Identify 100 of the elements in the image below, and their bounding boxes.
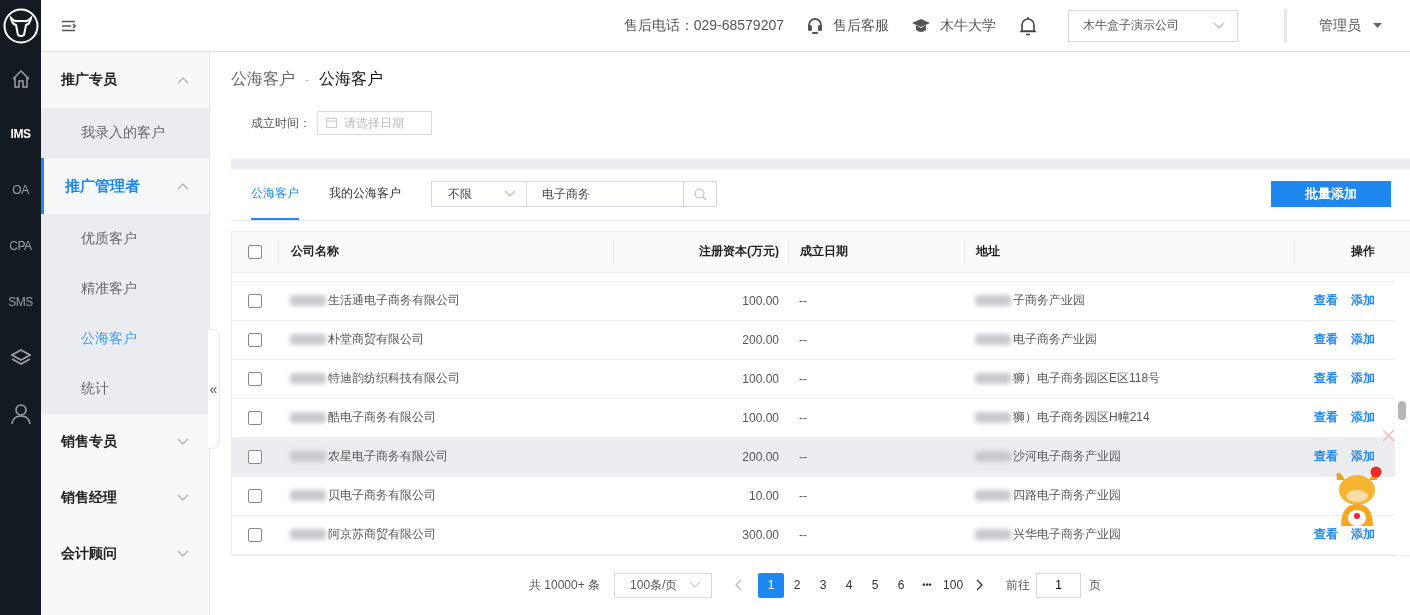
table-cell: 朴堂商贸有限公司 bbox=[328, 331, 424, 349]
checkbox[interactable] bbox=[248, 293, 262, 308]
goto-suffix: 页 bbox=[1089, 576, 1102, 594]
sidebar-group[interactable]: 销售专员 bbox=[41, 414, 209, 470]
user-icon[interactable] bbox=[10, 403, 31, 425]
table-cell: 100.00 bbox=[742, 293, 779, 308]
bell-icon[interactable] bbox=[1018, 14, 1038, 37]
table-cell: -- bbox=[799, 332, 807, 347]
sidebar-group[interactable]: 销售经理 bbox=[41, 470, 209, 526]
chevron-up-icon bbox=[177, 182, 189, 190]
page-size-select[interactable]: 100条/页 bbox=[614, 572, 713, 598]
company-select[interactable]: 木牛盒子演示公司 bbox=[1068, 9, 1238, 42]
table-cell: 200.00 bbox=[742, 332, 779, 347]
blur-mask bbox=[290, 373, 326, 385]
breadcrumb-separator: - bbox=[305, 72, 310, 88]
batch-add-button[interactable]: 批量添加 bbox=[1271, 181, 1391, 208]
chevron-up-icon bbox=[177, 76, 189, 84]
collapse-button[interactable]: « bbox=[208, 329, 220, 449]
tab[interactable]: 我的公海客户 bbox=[329, 168, 401, 220]
table-cell: 贝电子商务有限公司 bbox=[328, 487, 436, 505]
page-button[interactable]: 2 bbox=[784, 572, 811, 598]
rail-item[interactable]: SMS bbox=[8, 295, 33, 309]
table-row[interactable]: 特迪韵纺织科技有限公司 100.00 -- 狮）电子商务园区E区118号 查看 添加 bbox=[232, 359, 1395, 399]
checkbox[interactable] bbox=[248, 410, 262, 425]
table-cell: 100.00 bbox=[742, 371, 779, 386]
page-button[interactable]: 6 bbox=[888, 572, 915, 598]
table-cell: 四路电子商务产业园 bbox=[1013, 487, 1121, 505]
table-cell: 子商务产业园 bbox=[1013, 292, 1085, 310]
table-cell: 200.00 bbox=[742, 449, 779, 464]
action-link[interactable]: 添加 bbox=[1351, 370, 1375, 388]
next-page-icon[interactable] bbox=[976, 579, 985, 592]
goto-page-field[interactable]: 1 bbox=[1036, 572, 1082, 598]
sidebar-group[interactable]: 会计顾问 bbox=[41, 526, 209, 582]
blur-mask bbox=[975, 334, 1011, 346]
sidebar-item[interactable]: 精准客户 bbox=[41, 264, 209, 314]
page-button[interactable]: 5 bbox=[862, 572, 889, 598]
action-link[interactable]: 查看 bbox=[1314, 409, 1338, 427]
type-select[interactable]: 不限 bbox=[431, 181, 527, 208]
blur-mask bbox=[290, 490, 326, 502]
blur-mask bbox=[975, 529, 1011, 541]
service-link[interactable]: 售后客服 bbox=[833, 16, 889, 35]
total-count: 共 10000+ 条 bbox=[529, 576, 601, 594]
table-row[interactable]: 朴堂商贸有限公司 200.00 -- 电子商务产业园 查看 添加 bbox=[232, 320, 1395, 360]
table-cell: -- bbox=[799, 410, 807, 425]
university-link[interactable]: 木牛大学 bbox=[940, 16, 996, 35]
table-row[interactable]: 农星电子商务有限公司 200.00 -- 沙河电子商务产业园 查看 添加 bbox=[232, 437, 1395, 477]
action-link[interactable]: 查看 bbox=[1314, 370, 1338, 388]
rail-item[interactable]: IMS bbox=[10, 127, 31, 141]
column-header: 操作 bbox=[1294, 239, 1395, 264]
action-link[interactable]: 添加 bbox=[1351, 409, 1375, 427]
rail-item[interactable]: CPA bbox=[9, 239, 32, 253]
table-cell: 300.00 bbox=[742, 527, 779, 542]
layers-icon[interactable] bbox=[10, 349, 31, 367]
menu-icon[interactable] bbox=[62, 19, 76, 32]
blur-mask bbox=[975, 451, 1011, 463]
action-link[interactable]: 查看 bbox=[1314, 526, 1338, 544]
action-link[interactable]: 添加 bbox=[1351, 526, 1375, 544]
action-link[interactable]: 查看 bbox=[1314, 331, 1338, 349]
blur-mask bbox=[975, 295, 1011, 307]
action-link[interactable]: 添加 bbox=[1351, 331, 1375, 349]
chevron-down-icon bbox=[689, 581, 702, 590]
scrollbar-thumb[interactable] bbox=[1398, 400, 1406, 420]
action-link[interactable]: 添加 bbox=[1351, 292, 1375, 310]
sidebar-item[interactable]: 统计 bbox=[41, 364, 209, 414]
tab[interactable]: 公海客户 bbox=[251, 168, 299, 220]
table-row[interactable]: 生活通电子商务有限公司 100.00 -- 子商务产业园 查看 添加 bbox=[232, 281, 1395, 321]
chevron-down-icon bbox=[177, 438, 189, 446]
search-field[interactable]: 电子商务 bbox=[527, 181, 683, 208]
checkbox[interactable] bbox=[248, 527, 262, 542]
action-link[interactable]: 查看 bbox=[1314, 292, 1338, 310]
blur-mask bbox=[290, 412, 326, 424]
checkbox[interactable] bbox=[248, 488, 262, 503]
table-cell: 农星电子商务有限公司 bbox=[328, 448, 448, 466]
checkbox[interactable] bbox=[248, 371, 262, 386]
date-field[interactable]: 请选择日期 bbox=[317, 111, 432, 136]
page-button[interactable]: 3 bbox=[810, 572, 837, 598]
blur-mask bbox=[290, 451, 326, 463]
page-button[interactable]: 1 bbox=[758, 572, 785, 598]
rail-item[interactable]: OA bbox=[12, 183, 29, 197]
more-pages-button[interactable]: ••• bbox=[914, 572, 941, 598]
breadcrumb-item[interactable]: 公海客户 bbox=[231, 69, 295, 91]
checkbox[interactable] bbox=[248, 449, 262, 464]
column-header: 成立日期 bbox=[788, 239, 964, 264]
page-button[interactable]: 100 bbox=[940, 572, 967, 598]
breadcrumb-current: 公海客户 bbox=[319, 69, 384, 90]
page-button[interactable]: 4 bbox=[836, 572, 863, 598]
checkbox[interactable] bbox=[248, 332, 262, 347]
table-row[interactable]: 酷电子商务有限公司 100.00 -- 狮）电子商务园区H幢214 查看 添加 bbox=[232, 398, 1395, 438]
checkbox[interactable] bbox=[248, 244, 262, 259]
table-cell: -- bbox=[799, 293, 807, 308]
table-cell: 特迪韵纺织科技有限公司 bbox=[328, 370, 460, 388]
previous-page-icon[interactable] bbox=[734, 579, 743, 592]
user-menu[interactable]: 管理员 bbox=[1319, 16, 1382, 35]
sidebar-item[interactable]: 优质客户 bbox=[41, 214, 209, 264]
table-cell: 生活通电子商务有限公司 bbox=[328, 292, 460, 310]
graduation-cap-icon bbox=[911, 16, 931, 35]
sidebar-group[interactable]: 推广专员 bbox=[41, 52, 209, 108]
sidebar-item[interactable]: 我录入的客户 bbox=[41, 108, 209, 158]
blur-mask bbox=[290, 295, 326, 307]
home-icon[interactable] bbox=[10, 69, 31, 89]
